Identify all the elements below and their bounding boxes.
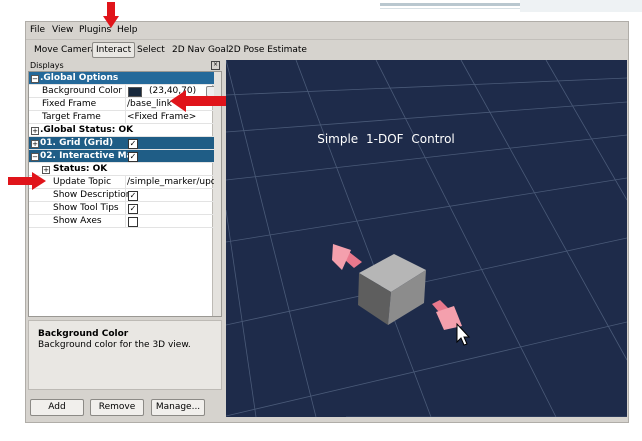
3d-viewport[interactable]: Simple 1-DOF Control [226,60,627,417]
interactive-marker[interactable] [226,60,627,417]
red-arrow-annotation [103,2,119,28]
marker-arrow-upper[interactable] [332,244,362,270]
toolbar: Move Camera Interact Select 2D Nav Goal … [26,39,628,60]
grid-enabled-checkbox[interactable]: ✓ [128,139,138,149]
slide-decoration [380,0,642,14]
show-axes-row[interactable]: Show Axes [29,215,214,228]
collapse-icon[interactable]: − [31,153,39,161]
mouse-cursor-icon [456,322,471,346]
target-frame-row[interactable]: Target Frame <Fixed Frame> [29,111,214,124]
show-tool-tips-checkbox[interactable]: ✓ [128,204,138,214]
global-status-row[interactable]: + .Global Status: OK [29,124,214,137]
red-arrow-annotation [170,90,226,112]
2d-nav-goal-tool[interactable]: 2D Nav Goal [169,43,231,57]
add-button[interactable]: Add [30,399,84,416]
select-tool[interactable]: Select [134,43,168,57]
displays-panel: Displays × − .Global Options Background … [28,60,222,420]
expand-icon[interactable]: + [31,127,39,135]
update-topic-row[interactable]: Update Topic /simple_marker/update [29,176,214,189]
description-text: Background color for the 3D view. [38,340,191,350]
close-icon[interactable]: × [211,61,220,70]
color-swatch[interactable] [128,87,142,97]
menu-file[interactable]: File [30,25,45,35]
show-axes-checkbox[interactable] [128,217,138,227]
grid-display-row[interactable]: + 01. Grid (Grid) ✓ [29,137,214,150]
show-descriptions-row[interactable]: Show Descriptions ✓ [29,189,214,202]
show-descriptions-checkbox[interactable]: ✓ [128,191,138,201]
collapse-icon[interactable]: − [31,75,39,83]
update-topic-value[interactable]: /simple_marker/update [127,176,214,188]
interactive-markers-row[interactable]: − 02. Interactive Mar ✓ [29,150,214,163]
displays-panel-title: Displays [30,61,64,70]
manage-button[interactable]: Manage... [151,399,205,416]
property-description: Background Color Background color for th… [28,320,222,390]
show-tool-tips-row[interactable]: Show Tool Tips ✓ [29,202,214,215]
menu-view[interactable]: View [52,25,73,35]
expand-icon[interactable]: + [31,140,39,148]
move-camera-tool[interactable]: Move Camera [31,43,99,57]
red-arrow-annotation [8,172,46,190]
global-options-row[interactable]: − .Global Options [29,72,214,85]
fixed-frame-value[interactable]: /base_link [127,98,172,110]
2d-pose-estimate-tool[interactable]: 2D Pose Estimate [225,43,310,57]
description-title: Background Color [38,329,129,339]
remove-button[interactable]: Remove [90,399,144,416]
status-row[interactable]: + Status: OK [29,163,214,176]
menu-help[interactable]: Help [117,25,138,35]
interact-tool[interactable]: Interact [92,42,136,58]
target-frame-value[interactable]: <Fixed Frame> [127,111,196,123]
interactive-markers-checkbox[interactable]: ✓ [128,152,138,162]
